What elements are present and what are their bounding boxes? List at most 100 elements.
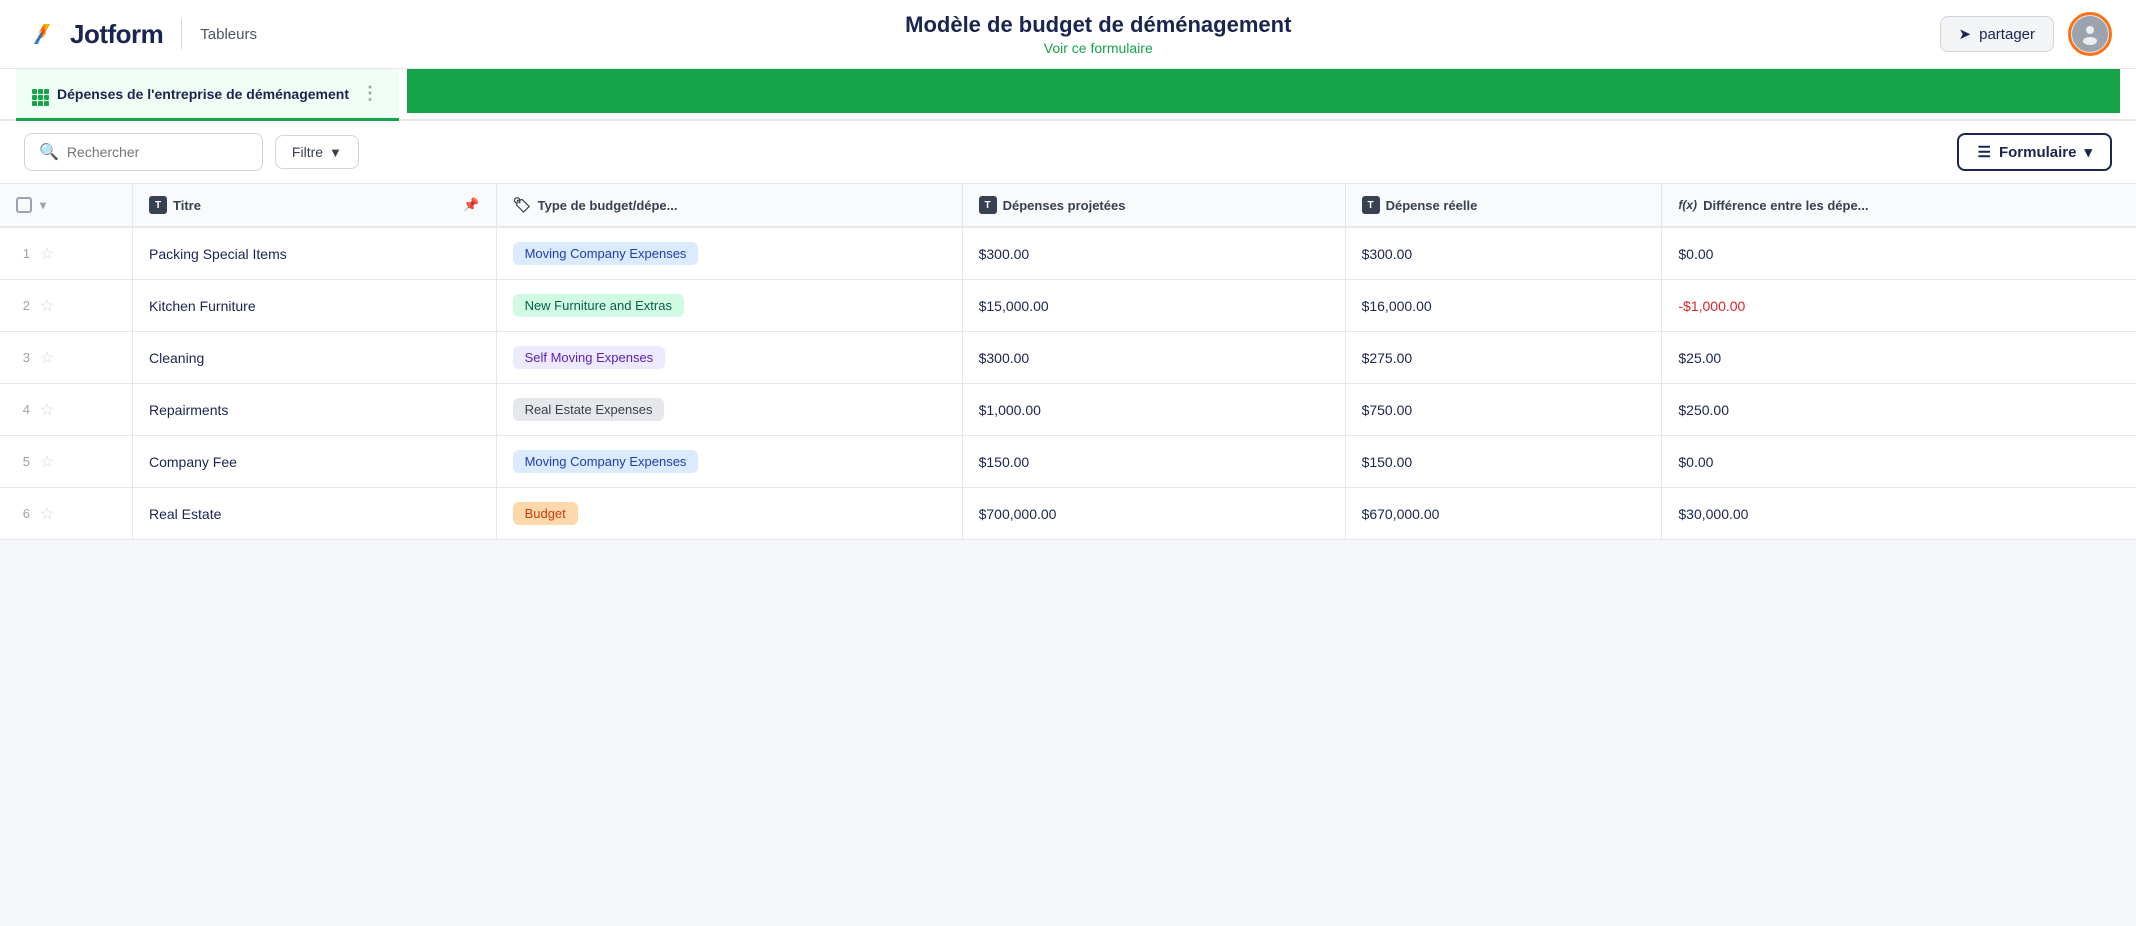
header-divider xyxy=(181,19,182,49)
row-meta-cell: 3 ☆ xyxy=(0,332,133,384)
tableurs-label: Tableurs xyxy=(200,26,257,43)
row-badge-cell: Moving Company Expenses xyxy=(496,436,962,488)
th-diff: f(x) Différence entre les dépe... xyxy=(1662,184,2136,227)
row-actual-cell: $16,000.00 xyxy=(1345,280,1662,332)
toolbar: 🔍 Filtre ▼ ☰ Formulaire ▾ xyxy=(0,121,2136,184)
row-title: Repairments xyxy=(149,402,228,418)
avatar-inner xyxy=(2072,16,2108,52)
tab-bar: Dépenses de l'entreprise de déménagement… xyxy=(0,69,2136,121)
data-table-container: ▾ T Titre 📌 🏷 Type de budget/dépe... xyxy=(0,184,2136,540)
tab-options-icon[interactable]: ⋮ xyxy=(357,83,383,104)
table-row: 3 ☆ Cleaning Self Moving Expenses $300.0… xyxy=(0,332,2136,384)
row-badge: Moving Company Expenses xyxy=(513,450,699,473)
filter-icon: ▼ xyxy=(329,145,342,160)
row-badge-cell: New Furniture and Extras xyxy=(496,280,962,332)
formulaire-chevron-icon: ▾ xyxy=(2084,143,2092,161)
star-icon[interactable]: ☆ xyxy=(40,348,54,368)
row-projected: $300.00 xyxy=(979,350,1030,366)
th-budget-type: 🏷 Type de budget/dépe... xyxy=(496,184,962,227)
data-table: ▾ T Titre 📌 🏷 Type de budget/dépe... xyxy=(0,184,2136,540)
row-actual-cell: $275.00 xyxy=(1345,332,1662,384)
share-button[interactable]: ➤ partager xyxy=(1940,16,2054,52)
share-label: partager xyxy=(1979,26,2035,43)
row-badge: Budget xyxy=(513,502,578,525)
row-projected-cell: $300.00 xyxy=(962,332,1345,384)
tab-label: Dépenses de l'entreprise de déménagement xyxy=(57,86,349,102)
row-title: Kitchen Furniture xyxy=(149,298,256,314)
select-all-checkbox[interactable] xyxy=(16,197,32,213)
row-actual-cell: $670,000.00 xyxy=(1345,488,1662,540)
row-diff-cell: -$1,000.00 xyxy=(1662,280,2136,332)
row-diff: -$1,000.00 xyxy=(1678,298,1745,314)
row-diff: $0.00 xyxy=(1678,454,1713,470)
row-meta-cell: 6 ☆ xyxy=(0,488,133,540)
formulaire-button[interactable]: ☰ Formulaire ▾ xyxy=(1957,133,2112,171)
tab-grid-icon xyxy=(32,81,49,106)
th-projected-type-icon: T xyxy=(979,196,997,214)
app-header: Jotform Tableurs Modèle de budget de dém… xyxy=(0,0,2136,69)
th-actual-type-icon: T xyxy=(1362,196,1380,214)
row-title-cell: Packing Special Items xyxy=(133,227,497,280)
formulaire-icon: ☰ xyxy=(1977,143,1990,161)
row-number: 3 xyxy=(16,350,30,365)
row-meta-cell: 4 ☆ xyxy=(0,384,133,436)
row-number: 2 xyxy=(16,298,30,313)
row-badge-cell: Moving Company Expenses xyxy=(496,227,962,280)
th-title-type-icon: T xyxy=(149,196,167,214)
row-badge-cell: Real Estate Expenses xyxy=(496,384,962,436)
row-projected: $150.00 xyxy=(979,454,1030,470)
tab-moving-expenses[interactable]: Dépenses de l'entreprise de déménagement… xyxy=(16,69,399,121)
table-header-row: ▾ T Titre 📌 🏷 Type de budget/dépe... xyxy=(0,184,2136,227)
logo-text: Jotform xyxy=(70,19,163,50)
row-diff: $25.00 xyxy=(1678,350,1721,366)
star-icon[interactable]: ☆ xyxy=(40,400,54,420)
row-badge: New Furniture and Extras xyxy=(513,294,684,317)
row-number: 4 xyxy=(16,402,30,417)
header-actions: ➤ partager xyxy=(1940,12,2112,56)
row-badge-cell: Self Moving Expenses xyxy=(496,332,962,384)
row-actual: $750.00 xyxy=(1362,402,1413,418)
th-actual-label: Dépense réelle xyxy=(1386,198,1478,213)
row-title: Cleaning xyxy=(149,350,204,366)
search-icon: 🔍 xyxy=(39,142,59,162)
avatar[interactable] xyxy=(2068,12,2112,56)
share-icon: ➤ xyxy=(1959,25,1972,43)
th-budget-tag-icon: 🏷 xyxy=(513,196,532,214)
row-actual-cell: $300.00 xyxy=(1345,227,1662,280)
th-actual: T Dépense réelle xyxy=(1345,184,1662,227)
row-actual: $150.00 xyxy=(1362,454,1413,470)
row-title-cell: Repairments xyxy=(133,384,497,436)
row-projected-cell: $150.00 xyxy=(962,436,1345,488)
select-chevron-icon[interactable]: ▾ xyxy=(40,198,46,212)
table-row: 2 ☆ Kitchen Furniture New Furniture and … xyxy=(0,280,2136,332)
star-icon[interactable]: ☆ xyxy=(40,504,54,524)
star-icon[interactable]: ☆ xyxy=(40,296,54,316)
row-projected: $1,000.00 xyxy=(979,402,1041,418)
page-title: Modèle de budget de déménagement xyxy=(273,12,1924,38)
row-diff-cell: $0.00 xyxy=(1662,227,2136,280)
row-projected-cell: $300.00 xyxy=(962,227,1345,280)
logo-area: Jotform Tableurs xyxy=(24,16,257,52)
th-budget-type-label: Type de budget/dépe... xyxy=(538,198,678,213)
row-diff-cell: $0.00 xyxy=(1662,436,2136,488)
row-title: Company Fee xyxy=(149,454,237,470)
row-number: 5 xyxy=(16,454,30,469)
row-title: Packing Special Items xyxy=(149,246,287,262)
row-actual: $300.00 xyxy=(1362,246,1413,262)
star-icon[interactable]: ☆ xyxy=(40,452,54,472)
jotform-logo-icon xyxy=(24,16,60,52)
row-badge-cell: Budget xyxy=(496,488,962,540)
row-actual-cell: $750.00 xyxy=(1345,384,1662,436)
row-badge: Real Estate Expenses xyxy=(513,398,665,421)
row-diff: $30,000.00 xyxy=(1678,506,1748,522)
table-row: 1 ☆ Packing Special Items Moving Company… xyxy=(0,227,2136,280)
star-icon[interactable]: ☆ xyxy=(40,244,54,264)
filter-button[interactable]: Filtre ▼ xyxy=(275,135,359,169)
search-box[interactable]: 🔍 xyxy=(24,133,263,171)
row-diff: $250.00 xyxy=(1678,402,1729,418)
form-link[interactable]: Voir ce formulaire xyxy=(273,40,1924,56)
th-select: ▾ xyxy=(0,184,133,227)
avatar-silhouette xyxy=(2078,22,2102,46)
th-diff-label: Différence entre les dépe... xyxy=(1703,198,1868,213)
search-input[interactable] xyxy=(67,144,248,160)
